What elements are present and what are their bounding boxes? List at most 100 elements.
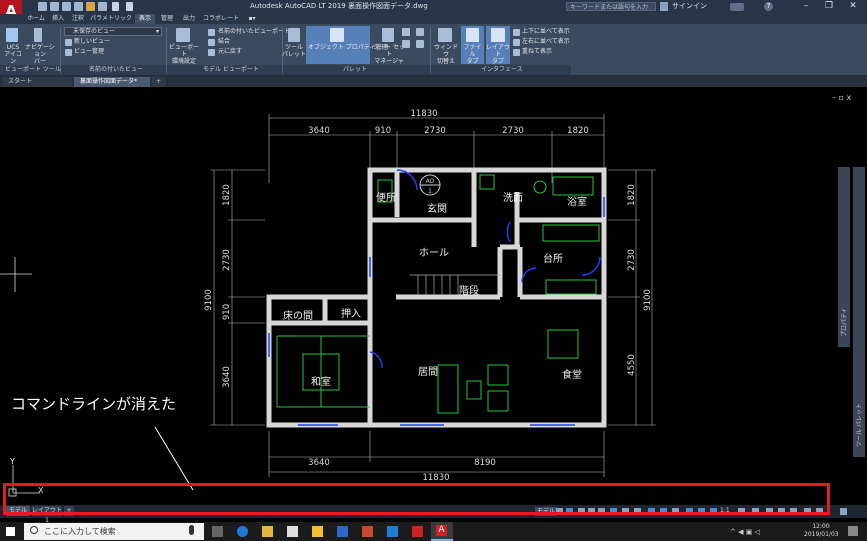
search-input[interactable]: キーワードまたは語句を入力 [566,2,656,11]
taskbar: ここに入力して検索 A ^ ◀ ▣ ◁ 12:00 2019/01/03 [0,522,867,541]
tab-insert[interactable]: 挿入 [49,14,67,24]
layout-tabs-button[interactable]: レイアウト タブ [486,26,511,65]
palette-label: ツール パレット [856,403,863,447]
clean-screen-icon[interactable] [840,508,847,515]
dim-text: 910 [375,126,391,136]
switch-window-label: ウィンドウ 切替え [433,44,458,65]
file-tab-start[interactable]: スタート [2,77,72,87]
tab-collaborate[interactable]: コラボレート [201,14,241,24]
annotation-pointer [154,426,194,491]
autocad-icon: A [436,525,447,536]
file-tabs-button[interactable]: ファイル タブ [461,26,484,65]
cascade-button[interactable]: 重ねて表示 [522,48,552,56]
close-button[interactable]: ✕ [842,0,864,14]
notifications-icon[interactable] [848,526,858,536]
minimize-button[interactable]: – [795,0,817,14]
open-icon[interactable] [50,2,59,11]
saveas-icon[interactable] [74,2,83,11]
new-icon[interactable] [38,2,47,11]
layers-icon[interactable] [416,40,424,48]
help-icon[interactable]: ? [764,2,773,11]
signin-button[interactable]: サインイン [672,1,707,11]
layout-tabs-label: レイアウト タブ [486,44,511,65]
room-label-hall: ホール [419,247,449,259]
save-icon[interactable] [62,2,71,11]
calc-icon[interactable] [402,40,410,48]
tab-output[interactable]: 出力 [179,14,199,24]
autocad-taskbar-button[interactable]: A [431,522,453,541]
store-taskbar-icon[interactable] [312,526,323,537]
taskbar-search-box[interactable]: ここに入力して検索 [24,523,204,540]
task-view-icon[interactable] [212,526,223,537]
panel-title-viewport-tools[interactable]: ビューポート ツール [0,65,61,75]
ucs-icon[interactable] [6,28,18,42]
app-icon[interactable] [337,526,348,537]
dim-text: 9100 [643,289,653,311]
panel-title-interface[interactable]: インタフェース [431,65,571,75]
properties-button[interactable]: オブジェクト プロパティ管理 [306,26,388,64]
sheet-set-icon[interactable] [382,28,394,42]
tab-home[interactable]: ホーム [25,14,47,24]
room-label-entrance: 玄関 [427,202,447,215]
marker-text: AD [426,178,435,185]
tile-vertical-icon [513,39,520,46]
viewport-config-icon[interactable] [176,28,190,42]
autocad-tray-icon[interactable] [412,526,423,537]
switch-window-icon[interactable] [438,28,452,42]
ucs-y-label: Y [9,457,15,466]
mic-icon [189,525,194,535]
store-icon[interactable] [730,3,744,11]
tab-parametric[interactable]: パラメトリック [89,14,133,24]
saved-view-dropdown[interactable]: 未保存のビュー ▾ [64,27,162,36]
dim-text: 2730 [222,249,232,271]
mail-icon[interactable] [287,526,298,537]
stairs-lines [410,274,500,295]
windows-start-icon[interactable] [6,527,15,536]
clock-time[interactable]: 12:00 [804,523,838,530]
clock-date[interactable]: 2019/01/03 [804,531,839,538]
undo-icon[interactable] [112,2,119,11]
new-tab-button[interactable]: + [152,77,166,87]
restore-button[interactable]: ❐ [818,0,840,14]
tab-more-icon[interactable]: ▪▾ [245,14,259,24]
restore-viewport-button[interactable]: 元に戻す [218,48,242,56]
new-view-button[interactable]: 新しいビュー [74,38,110,46]
named-viewports-button[interactable]: 名前の付いたビューポート [218,28,290,36]
view-manager-button[interactable]: ビュー管理 [74,48,104,56]
markup-icon[interactable] [416,28,424,36]
cascade-icon [513,49,520,56]
panel-title-model-viewports[interactable]: モデル ビューポート [167,65,282,75]
media-icon[interactable] [362,526,373,537]
design-center-icon[interactable] [402,28,410,36]
tab-manage[interactable]: 管理 [157,14,177,24]
panel-title-named-views[interactable]: 名前の付いたビュー [61,65,166,75]
dim-text: 1820 [222,184,232,206]
explorer-icon[interactable] [262,526,273,537]
room-label-closet: 押入 [341,307,361,320]
system-tray-icons[interactable]: ^ ◀ ▣ ◁ [730,528,770,536]
tab-view[interactable]: 表示 [135,14,155,24]
palette-label: プロパティ [841,307,848,337]
cloud-icon[interactable] [86,2,95,11]
edge-icon[interactable] [237,526,248,537]
panel-title-palettes[interactable]: パレット [283,65,430,75]
tab-annotate[interactable]: 注釈 [69,14,87,24]
drawing-area[interactable]: – ▫ x 11830 3640 910 2730 2730 1820 3640… [0,87,867,505]
dim-text: 1820 [567,126,589,136]
dim-text: 3640 [308,126,330,136]
tile-vertical-button[interactable]: 左右に並べて表示 [522,38,570,46]
file-tab-drawing[interactable]: 裏面操作図面データ* [74,77,150,87]
tool-palette-icon[interactable] [288,28,300,42]
floor-plan: – ▫ x 11830 3640 910 2730 2730 1820 3640… [0,93,865,497]
tile-horizontal-button[interactable]: 上下に並べて表示 [522,28,570,36]
ie-icon[interactable] [387,526,398,537]
redo-icon[interactable] [126,2,133,11]
file-tabs-icon [466,28,479,42]
dim-text: 2730 [424,126,446,136]
restore-icon [208,49,215,56]
ucs-label: UCS アイコン [4,44,22,65]
named-viewports-icon [208,29,215,36]
print-icon[interactable] [98,2,107,11]
navbar-icon[interactable] [34,28,42,42]
join-button[interactable]: 結合 [218,38,230,46]
